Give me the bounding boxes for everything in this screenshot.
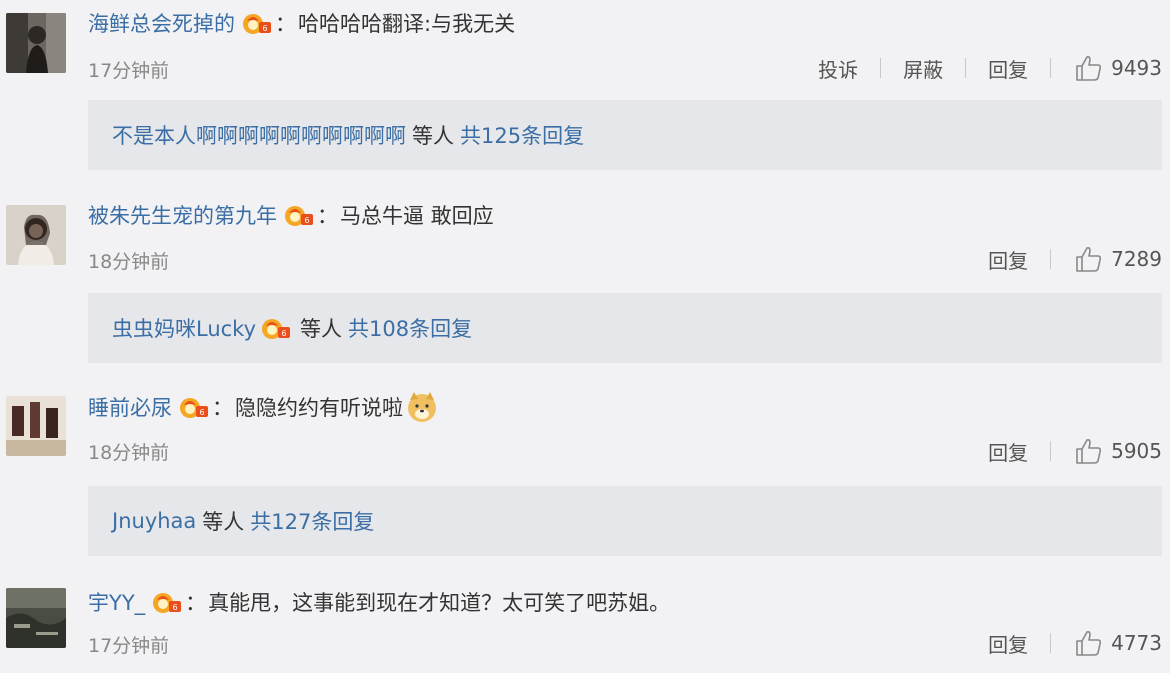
thumbs-up-icon <box>1073 436 1103 466</box>
colon: ： <box>317 204 338 228</box>
divider <box>1050 58 1052 78</box>
divider <box>880 58 882 78</box>
reply-summary[interactable]: 不是本人啊啊啊啊啊啊啊啊啊啊 等人 共125条回复 <box>88 100 1162 170</box>
like-button[interactable]: 5905 <box>1073 436 1162 466</box>
timestamp: 17分钟前 <box>88 635 170 657</box>
comment-text: 哈哈哈哈翻译:与我无关 <box>298 12 516 36</box>
avatar[interactable] <box>6 13 66 73</box>
timestamp: 18分钟前 <box>88 251 170 273</box>
vip-badge-icon <box>178 395 210 419</box>
report-button[interactable]: 投诉 <box>818 54 858 83</box>
username-link[interactable]: 海鲜总会死掉的 <box>88 8 235 38</box>
like-count: 4773 <box>1111 631 1162 655</box>
colon: ： <box>212 396 233 420</box>
thumbs-up-icon <box>1073 53 1103 83</box>
reply-button[interactable]: 回复 <box>988 245 1028 274</box>
vip-badge-icon <box>283 203 315 227</box>
reply-button[interactable]: 回复 <box>988 629 1028 658</box>
thumbs-up-icon <box>1073 244 1103 274</box>
reply-user-link[interactable]: 不是本人啊啊啊啊啊啊啊啊啊啊 <box>112 120 406 150</box>
avatar[interactable] <box>6 205 66 265</box>
divider <box>1050 249 1052 269</box>
comment-feed: 海鲜总会死掉的 ： 哈哈哈哈翻译:与我无关 17分钟前 投诉 屏蔽 回复 949… <box>0 0 1170 673</box>
reply-others-text: 等人 <box>202 510 245 534</box>
timestamp: 17分钟前 <box>88 60 170 82</box>
doge-emoji-icon <box>408 392 436 422</box>
view-replies-link[interactable]: 共125条回复 <box>460 120 584 150</box>
reply-others-text: 等人 <box>412 124 454 148</box>
divider <box>965 58 967 78</box>
view-replies-link[interactable]: 共108条回复 <box>348 313 472 343</box>
comment-line: 睡前必尿 ： 隐隐约约有听说啦 <box>88 390 439 424</box>
like-button[interactable]: 4773 <box>1073 628 1162 658</box>
like-count: 5905 <box>1111 439 1162 463</box>
timestamp: 18分钟前 <box>88 442 170 464</box>
comment-text: 马总牛逼 敢回应 <box>340 204 494 228</box>
comment-actions: 回复 4773 <box>988 628 1162 658</box>
reply-button[interactable]: 回复 <box>988 54 1028 83</box>
like-count: 7289 <box>1111 247 1162 271</box>
vip-badge-icon <box>241 11 273 35</box>
avatar[interactable] <box>6 396 66 456</box>
reply-user-link[interactable]: 虫虫妈咪Lucky <box>112 313 256 343</box>
vip-badge-icon <box>260 316 292 340</box>
block-button[interactable]: 屏蔽 <box>903 54 943 83</box>
vip-badge-icon <box>151 590 183 614</box>
comment-actions: 回复 5905 <box>988 436 1162 466</box>
colon: ： <box>275 12 296 36</box>
comment-line: 海鲜总会死掉的 ： 哈哈哈哈翻译:与我无关 <box>88 6 515 40</box>
avatar[interactable] <box>6 588 66 648</box>
username-link[interactable]: 宇YY_ <box>88 587 145 617</box>
like-button[interactable]: 9493 <box>1073 53 1162 83</box>
comment-text: 真能甩，这事能到现在才知道？太可笑了吧苏姐。 <box>208 591 671 615</box>
comment-actions: 投诉 屏蔽 回复 9493 <box>818 53 1162 83</box>
view-replies-link[interactable]: 共127条回复 <box>250 506 374 536</box>
username-link[interactable]: 睡前必尿 <box>88 392 172 422</box>
comment-actions: 回复 7289 <box>988 244 1162 274</box>
comment-line: 被朱先生宠的第九年 ： 马总牛逼 敢回应 <box>88 198 494 232</box>
username-link[interactable]: 被朱先生宠的第九年 <box>88 200 277 230</box>
divider <box>1050 633 1052 653</box>
like-count: 9493 <box>1111 56 1162 80</box>
reply-user-link[interactable]: Jnuyhaa <box>112 509 196 533</box>
comment-line: 宇YY_ ： 真能甩，这事能到现在才知道？太可笑了吧苏姐。 <box>88 585 670 619</box>
reply-button[interactable]: 回复 <box>988 437 1028 466</box>
reply-summary[interactable]: 虫虫妈咪Lucky 等人 共108条回复 <box>88 293 1162 363</box>
reply-summary[interactable]: Jnuyhaa 等人 共127条回复 <box>88 486 1162 556</box>
reply-others-text: 等人 <box>300 317 343 341</box>
divider <box>1050 441 1052 461</box>
colon: ： <box>185 591 207 615</box>
thumbs-up-icon <box>1073 628 1103 658</box>
like-button[interactable]: 7289 <box>1073 244 1162 274</box>
comment-text: 隐隐约约有听说啦 <box>235 396 403 420</box>
